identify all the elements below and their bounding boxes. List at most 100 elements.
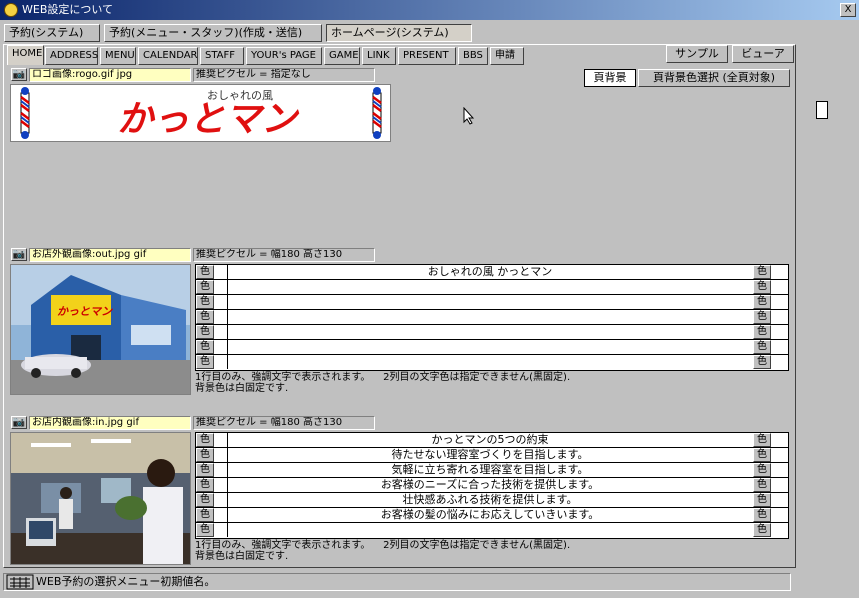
close-button[interactable]: X xyxy=(840,3,856,17)
viewer-button[interactable]: ビューア xyxy=(732,45,794,63)
exterior-image[interactable]: かっとマン xyxy=(10,264,191,395)
color-button[interactable]: 色 xyxy=(196,280,214,294)
color-button[interactable]: 色 xyxy=(753,433,771,447)
interior-note: 1行目のみ、強調文字で表示されます。 2列目の文字色は指定できません(黒固定).… xyxy=(195,540,571,562)
color-button[interactable]: 色 xyxy=(196,325,214,339)
subtab-home[interactable]: HOME xyxy=(7,45,44,65)
color-button[interactable]: 色 xyxy=(196,448,214,462)
table-row: 色 お客様の髪の悩みにお応えしていきいます。 色 xyxy=(196,508,788,523)
exterior-file-label: お店外観画像:out.jpg gif xyxy=(29,248,191,262)
subtab-yours-page[interactable]: YOUR's PAGE xyxy=(246,47,322,65)
exterior-note: 1行目のみ、強調文字で表示されます。 2列目の文字色は指定できません(黒固定).… xyxy=(195,372,571,394)
interior-row-text[interactable]: 待たせない理容室づくりを目指します。 xyxy=(228,448,752,462)
subtab-address[interactable]: ADDRESS xyxy=(45,47,98,65)
color-button[interactable]: 色 xyxy=(753,325,771,339)
table-row: 色 色 xyxy=(196,355,788,370)
interior-row-text[interactable]: お客様の髪の悩みにお応えしていきいます。 xyxy=(228,508,752,522)
interior-text-grid: 色 かっとマンの5つの約束 色 色 待たせない理容室づくりを目指します。 色 色… xyxy=(195,432,789,539)
subtab-game[interactable]: GAME xyxy=(324,47,360,65)
table-row: 色 色 xyxy=(196,325,788,340)
color-button[interactable]: 色 xyxy=(753,265,771,279)
exterior-sign-text: かっとマン xyxy=(57,305,112,318)
exterior-row-text[interactable]: おしゃれの風 かっとマン xyxy=(228,265,752,279)
mouse-cursor-icon xyxy=(463,107,475,125)
exterior-row-text[interactable] xyxy=(228,325,752,339)
keyboard-icon xyxy=(6,574,34,590)
exterior-row-text[interactable] xyxy=(228,295,752,309)
status-bar: WEB予約の選択メニュー初期値名。 xyxy=(3,573,791,591)
subtab-calendar[interactable]: CALENDAR xyxy=(138,47,198,65)
logo-big-text: かっとマン xyxy=(116,98,297,140)
subtab-application[interactable]: 申請 xyxy=(490,47,524,65)
camera-icon[interactable]: 📷 xyxy=(11,416,27,429)
window-title: WEB設定について xyxy=(0,0,859,20)
color-button[interactable]: 色 xyxy=(196,433,214,447)
subtab-bbs[interactable]: BBS xyxy=(458,47,488,65)
color-button[interactable]: 色 xyxy=(753,448,771,462)
color-button[interactable]: 色 xyxy=(196,523,214,537)
color-button[interactable]: 色 xyxy=(196,295,214,309)
barber-pole-right-icon xyxy=(372,87,382,139)
app-icon xyxy=(4,3,18,17)
table-row: 色 色 xyxy=(196,295,788,310)
subtab-link[interactable]: LINK xyxy=(362,47,396,65)
color-button[interactable]: 色 xyxy=(196,265,214,279)
logo-file-label: ロゴ画像:rogo.gif jpg xyxy=(29,68,191,82)
color-button[interactable]: 色 xyxy=(753,295,771,309)
color-button[interactable]: 色 xyxy=(196,355,214,369)
interior-row-text[interactable]: 気軽に立ち寄れる理容室を目指します。 xyxy=(228,463,752,477)
camera-icon[interactable]: 📷 xyxy=(11,68,27,81)
table-row: 色 壮快感あふれる技術を提供します。 色 xyxy=(196,493,788,508)
subtab-staff[interactable]: STAFF xyxy=(200,47,244,65)
exterior-pixel-label: 推奨ピクセル = 幅180 高さ130 xyxy=(193,248,375,262)
color-button[interactable]: 色 xyxy=(753,310,771,324)
interior-pixel-label: 推奨ピクセル = 幅180 高さ130 xyxy=(193,416,375,430)
table-row: 色 お客様のニーズに合った技術を提供します。 色 xyxy=(196,478,788,493)
color-button[interactable]: 色 xyxy=(753,355,771,369)
table-row: 色 色 xyxy=(196,340,788,355)
exterior-row-text[interactable] xyxy=(228,310,752,324)
interior-row-text[interactable]: 壮快感あふれる技術を提供します。 xyxy=(228,493,752,507)
table-row: 色 気軽に立ち寄れる理容室を目指します。 色 xyxy=(196,463,788,478)
color-button[interactable]: 色 xyxy=(196,493,214,507)
exterior-row-text[interactable] xyxy=(228,355,752,369)
interior-row-text[interactable] xyxy=(228,523,752,537)
color-button[interactable]: 色 xyxy=(753,493,771,507)
page-bg-color-button[interactable]: 頁背景色選択 (全頁対象) xyxy=(638,69,790,87)
barber-pole-left-icon xyxy=(20,87,30,139)
color-button[interactable]: 色 xyxy=(753,280,771,294)
exterior-row-text[interactable] xyxy=(228,340,752,354)
color-button[interactable]: 色 xyxy=(196,340,214,354)
subtab-menu[interactable]: MENU xyxy=(100,47,136,65)
table-row: 色 待たせない理容室づくりを目指します。 色 xyxy=(196,448,788,463)
camera-icon[interactable]: 📷 xyxy=(11,248,27,261)
exterior-row-text[interactable] xyxy=(228,280,752,294)
color-button[interactable]: 色 xyxy=(753,508,771,522)
table-row: 色 色 xyxy=(196,523,788,538)
interior-image[interactable] xyxy=(10,432,191,565)
color-button[interactable]: 色 xyxy=(196,508,214,522)
subtab-present[interactable]: PRESENT xyxy=(398,47,456,65)
interior-row-text[interactable]: かっとマンの5つの約束 xyxy=(228,433,752,447)
table-row: 色 かっとマンの5つの約束 色 xyxy=(196,433,788,448)
logo-pixel-label: 推奨ピクセル = 指定なし xyxy=(193,68,375,82)
exterior-text-grid: 色 おしゃれの風 かっとマン 色 色 色 色 色 色 色 色 色 色 色 色 色 xyxy=(195,264,789,371)
color-button[interactable]: 色 xyxy=(753,463,771,477)
sample-button[interactable]: サンプル xyxy=(666,45,728,63)
table-row: 色 色 xyxy=(196,310,788,325)
color-button[interactable]: 色 xyxy=(753,523,771,537)
color-button[interactable]: 色 xyxy=(753,340,771,354)
logo-image[interactable]: おしゃれの風 かっとマン xyxy=(10,84,391,142)
color-button[interactable]: 色 xyxy=(753,478,771,492)
tab-homepage-system[interactable]: ホームページ(システム) xyxy=(326,24,472,42)
interior-row-text[interactable]: お客様のニーズに合った技術を提供します。 xyxy=(228,478,752,492)
tab-reservation-menu-staff[interactable]: 予約(メニュー・スタッフ)(作成・送信) xyxy=(104,24,322,42)
page-bg-button[interactable]: 頁背景 xyxy=(584,69,636,87)
color-button[interactable]: 色 xyxy=(196,463,214,477)
side-indicator xyxy=(816,101,828,119)
color-button[interactable]: 色 xyxy=(196,310,214,324)
tab-reservation-system[interactable]: 予約(システム) xyxy=(4,24,100,42)
table-row: 色 色 xyxy=(196,280,788,295)
color-button[interactable]: 色 xyxy=(196,478,214,492)
interior-file-label: お店内観画像:in.jpg gif xyxy=(29,416,191,430)
